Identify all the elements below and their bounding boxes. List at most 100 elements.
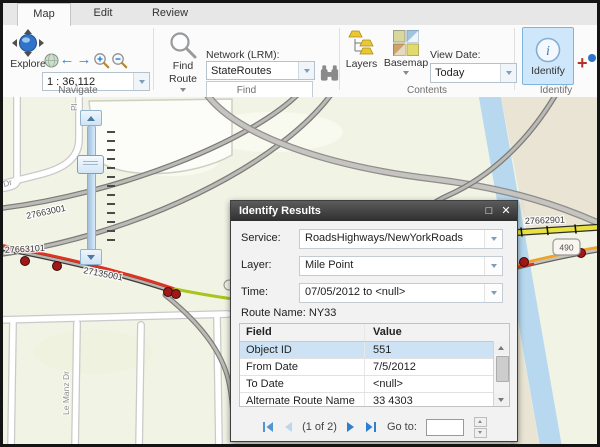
tab-map[interactable]: Map — [17, 3, 71, 26]
scroll-up-button[interactable] — [494, 341, 508, 354]
identify-results-dialog: Identify Results □ ✕ Service: RoadsHighw… — [230, 200, 518, 442]
layer-label: Layer: — [241, 259, 272, 271]
globe-icon — [44, 53, 59, 68]
service-value: RoadsHighways/NewYorkRoads — [300, 230, 484, 248]
route-name-label: Route Name: — [241, 307, 306, 319]
svg-text:i: i — [546, 44, 550, 59]
close-button[interactable]: ✕ — [498, 201, 514, 221]
previous-page-icon — [283, 421, 293, 433]
next-page-button[interactable] — [346, 421, 356, 433]
zoom-out-button[interactable] — [111, 51, 128, 69]
svg-text:490: 490 — [559, 243, 573, 253]
goto-page-input[interactable] — [426, 419, 464, 436]
chevron-down-icon — [139, 80, 145, 84]
triangle-up-icon — [498, 346, 504, 350]
zoom-slider-thumb[interactable] — [77, 155, 104, 174]
explore-orb-icon — [12, 29, 44, 57]
zoom-slider-track[interactable] — [87, 125, 96, 254]
forward-arrow-icon: → — [77, 52, 92, 68]
chevron-down-icon — [491, 291, 497, 295]
window-content: Map Edit Review Explore ← — [3, 3, 597, 444]
cell-field: From Date — [240, 359, 365, 375]
find-route-label-line2: Route — [169, 73, 197, 85]
last-page-button[interactable] — [365, 421, 378, 433]
network-dropdown-button[interactable] — [298, 62, 314, 79]
chevron-down-icon — [491, 237, 497, 241]
layer-value: Mile Point — [300, 257, 484, 275]
table-row[interactable]: From Date 7/5/2012 — [240, 359, 509, 376]
service-label: Service: — [241, 232, 281, 244]
table-row[interactable]: To Date <null> — [240, 376, 509, 393]
layer-combo[interactable]: Mile Point — [299, 256, 503, 276]
svg-text:27662901: 27662901 — [525, 215, 565, 226]
scrollbar-thumb[interactable] — [496, 356, 509, 382]
network-lrm-label: Network (LRM): — [206, 49, 280, 61]
identify-circle-i-icon: i — [534, 36, 562, 64]
svg-text:Le Manz Dr: Le Manz Dr — [61, 371, 71, 415]
spin-down-button[interactable] — [474, 428, 487, 438]
layers-label: Layers — [346, 58, 378, 70]
table-row[interactable]: Object ID 551 — [240, 342, 509, 359]
identify-button[interactable]: i Identify — [522, 27, 574, 85]
value-column-header: Value — [365, 324, 509, 341]
search-binoculars-button[interactable] — [317, 63, 341, 83]
pagination-bar: (1 of 2) Go to: — [231, 415, 517, 439]
next-extent-button[interactable]: → — [76, 51, 92, 69]
full-extent-globe-button[interactable] — [43, 52, 59, 68]
plus-icon: + — [577, 53, 588, 73]
group-label-navigate: Navigate — [3, 85, 153, 96]
network-lrm-combo[interactable]: StateRoutes — [206, 61, 315, 80]
find-route-label-line1: Find — [173, 60, 193, 72]
time-dropdown-button[interactable] — [484, 284, 502, 302]
view-date-label: View Date: — [430, 49, 481, 61]
goto-spinner[interactable] — [474, 417, 487, 438]
find-route-button[interactable]: Find Route — [161, 31, 205, 92]
service-combo[interactable]: RoadsHighways/NewYorkRoads — [299, 229, 503, 249]
previous-extent-button[interactable]: ← — [59, 51, 75, 69]
triangle-down-icon — [498, 398, 504, 402]
back-arrow-icon: ← — [60, 52, 75, 68]
dialog-title: Identify Results — [239, 205, 321, 217]
tab-review[interactable]: Review — [141, 3, 199, 24]
scroll-down-button[interactable] — [494, 393, 508, 406]
dialog-title-bar[interactable]: Identify Results □ ✕ — [231, 201, 517, 221]
group-separator — [153, 28, 154, 90]
zoom-slider-down-button[interactable] — [80, 249, 102, 265]
triangle-down-icon — [478, 431, 482, 434]
binoculars-icon — [318, 64, 341, 82]
table-scrollbar[interactable] — [493, 341, 509, 406]
cell-value: 551 — [365, 342, 509, 358]
add-identify-button[interactable]: + — [576, 54, 596, 74]
first-page-button[interactable] — [261, 421, 274, 433]
table-row[interactable]: Alternate Route Name 33 4303 — [240, 393, 509, 407]
goto-label: Go to: — [387, 421, 417, 433]
identify-label: Identify — [531, 65, 565, 77]
basemap-icon — [393, 30, 419, 56]
time-label: Time: — [241, 286, 268, 298]
map-canvas[interactable]: 490 27663001 27663101 27135001 27662901 … — [3, 97, 597, 444]
layers-button[interactable]: Layers — [343, 30, 380, 70]
page-indicator: (1 of 2) — [302, 421, 337, 433]
application-window: Map Edit Review Explore ← — [0, 0, 600, 447]
service-dropdown-button[interactable] — [484, 230, 502, 248]
triangle-up-icon — [478, 420, 482, 423]
field-column-header: Field — [240, 324, 365, 341]
spin-up-button[interactable] — [474, 417, 487, 427]
maximize-button[interactable]: □ — [481, 201, 497, 221]
zoom-in-button[interactable] — [93, 51, 110, 69]
basemap-button[interactable]: Basemap — [384, 30, 428, 75]
cell-field: To Date — [240, 376, 365, 392]
zoom-out-icon — [111, 52, 128, 69]
chevron-down-icon — [491, 264, 497, 268]
chevron-down-icon — [506, 71, 512, 75]
group-label-find: Find — [154, 85, 339, 96]
zoom-slider-up-button[interactable] — [80, 110, 102, 126]
view-date-dropdown-button[interactable] — [500, 64, 516, 82]
next-page-icon — [346, 421, 356, 433]
previous-page-button[interactable] — [283, 421, 293, 433]
view-date-combo[interactable]: Today — [430, 63, 517, 83]
time-combo[interactable]: 07/05/2012 to <null> — [299, 283, 503, 303]
layers-icon — [348, 30, 376, 57]
layer-dropdown-button[interactable] — [484, 257, 502, 275]
tab-edit[interactable]: Edit — [79, 3, 127, 24]
